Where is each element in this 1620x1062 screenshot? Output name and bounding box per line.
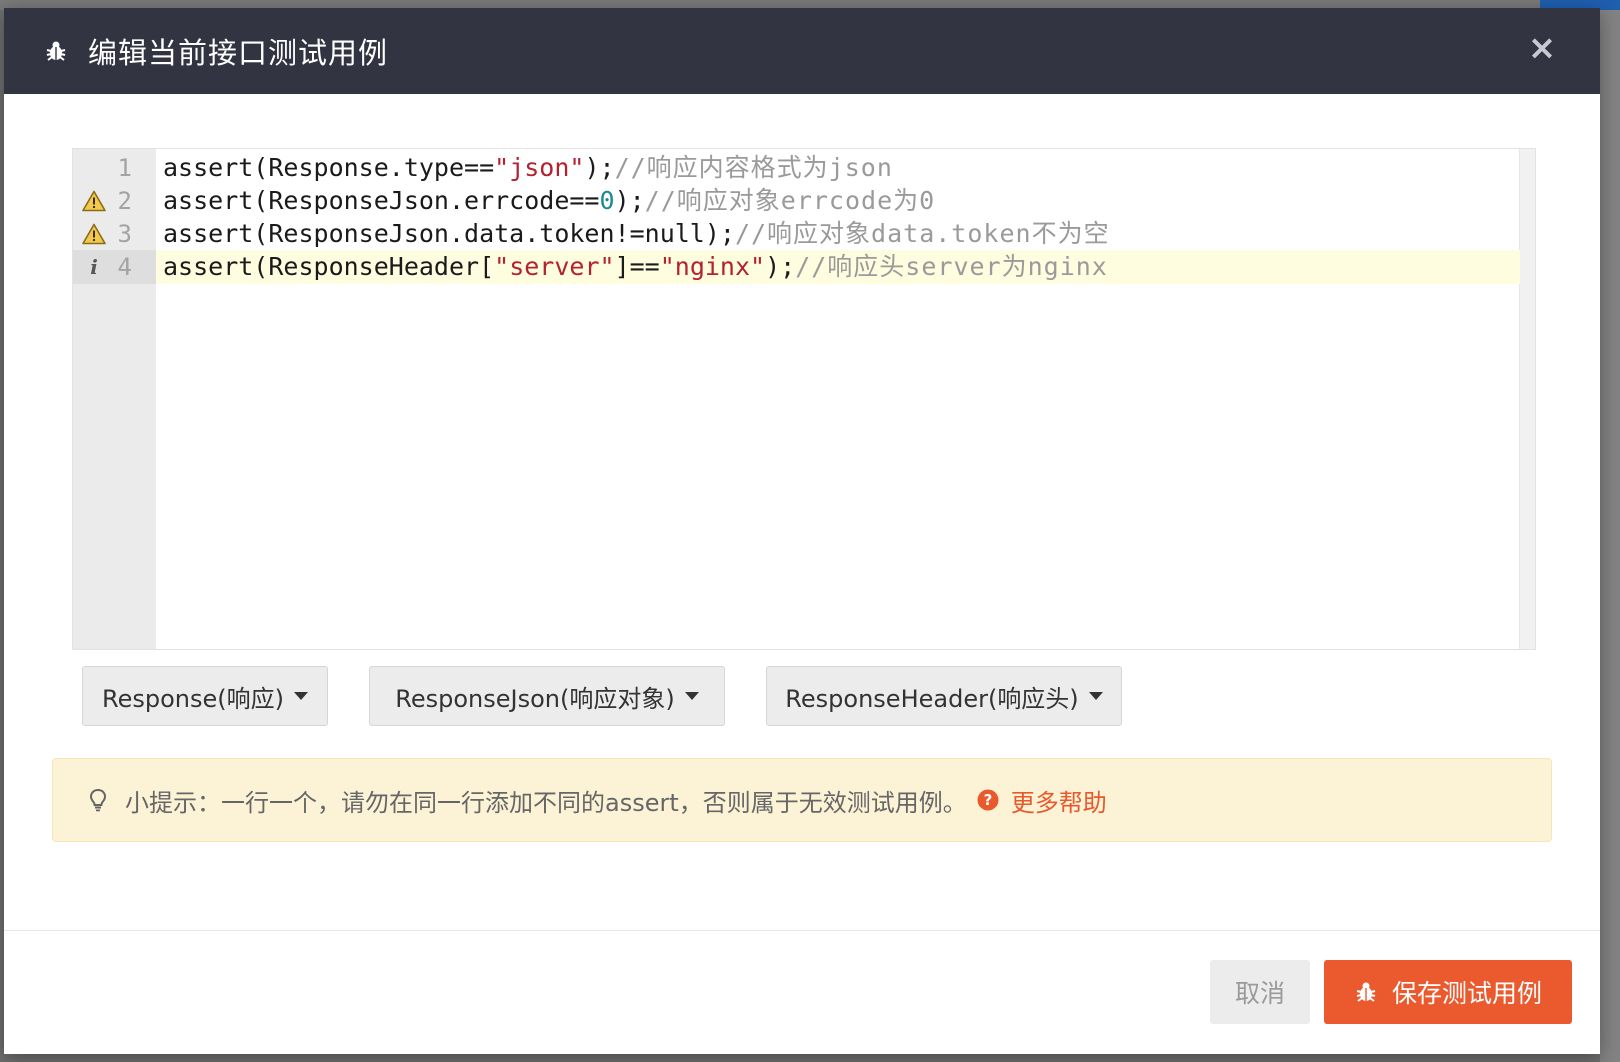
cancel-button[interactable]: 取消 — [1210, 960, 1310, 1024]
code-comment: //响应头server为nginx — [795, 252, 1108, 281]
caret-down-icon — [1088, 692, 1103, 700]
response-dropdown-label: Response(响应) — [102, 684, 284, 713]
line-number: 2 — [73, 184, 156, 218]
save-testcase-button[interactable]: 保存测试用例 — [1324, 960, 1572, 1024]
code-number: 0 — [599, 186, 615, 215]
code-token: ); — [584, 153, 615, 182]
save-testcase-label: 保存测试用例 — [1391, 979, 1542, 1008]
code-text: assert(Response.type=="json");//响应内容格式为j… — [163, 151, 893, 185]
more-help-link[interactable]: 更多帮助 — [1011, 783, 1107, 818]
warning-icon[interactable] — [81, 189, 107, 213]
code-token: assert(ResponseJson.data.token!=null); — [163, 219, 735, 248]
editor-scrollbar[interactable] — [1519, 149, 1535, 649]
code-line[interactable]: 2 assert(ResponseJson.errcode==0);//响应对象e… — [73, 184, 1520, 218]
code-line[interactable]: 1 assert(Response.type=="json");//响应内容格式为… — [73, 151, 1520, 185]
bug-icon — [1354, 980, 1378, 1004]
code-line[interactable]: i 4 assert(ResponseHeader["server"]=="ngin… — [73, 250, 1520, 284]
line-number-text: 2 — [117, 187, 132, 215]
code-token: ); — [614, 186, 645, 215]
tip-box: 小提示：一行一个，请勿在同一行添加不同的assert，否则属于无效测试用例。 ?… — [52, 758, 1552, 842]
code-string: "server" — [494, 252, 615, 281]
code-token: ); — [765, 252, 796, 281]
code-token: assert(Response.type== — [163, 153, 495, 182]
code-comment: //响应对象data.token不为空 — [734, 219, 1110, 248]
tip-text: 小提示：一行一个，请勿在同一行添加不同的assert，否则属于无效测试用例。 — [125, 788, 967, 817]
code-comment: //响应对象errcode为0 — [644, 186, 936, 215]
responseheader-dropdown-button[interactable]: ResponseHeader(响应头) — [766, 666, 1122, 726]
svg-text:i: i — [90, 256, 98, 278]
code-editor[interactable]: 1 assert(Response.type=="json");//响应内容格式为… — [72, 148, 1536, 650]
code-string: "nginx" — [659, 252, 766, 281]
line-number: i4 — [73, 250, 156, 284]
line-number: 1 — [73, 151, 156, 185]
caret-down-icon — [294, 692, 308, 700]
lightbulb-icon — [89, 787, 111, 813]
footer-divider — [4, 930, 1600, 931]
info-icon[interactable]: i — [81, 255, 107, 279]
responsejson-dropdown-button[interactable]: ResponseJson(响应对象) — [369, 666, 725, 726]
question-circle-icon[interactable]: ? — [977, 788, 1001, 812]
caret-down-icon — [684, 692, 699, 700]
responsejson-dropdown-label: ResponseJson(响应对象) — [395, 684, 675, 713]
responseheader-dropdown-label: ResponseHeader(响应头) — [785, 684, 1079, 713]
svg-text:?: ? — [983, 791, 992, 809]
code-token: ]== — [614, 252, 660, 281]
modal-header: 编辑当前接口测试用例 × — [4, 8, 1600, 94]
code-text: assert(ResponseJson.errcode==0);//响应对象er… — [163, 184, 935, 218]
line-number-text: 1 — [117, 154, 132, 182]
code-comment: //响应内容格式为json — [614, 153, 893, 182]
code-line[interactable]: 3 assert(ResponseJson.data.token!=null);/… — [73, 217, 1520, 251]
code-string: "json" — [494, 153, 585, 182]
modal-title: 编辑当前接口测试用例 — [88, 36, 389, 70]
close-button[interactable]: × — [1524, 30, 1560, 66]
backdrop-right-edge — [1600, 10, 1620, 1062]
bug-icon — [44, 38, 70, 64]
warning-icon[interactable] — [81, 222, 107, 246]
response-dropdown-button[interactable]: Response(响应) — [82, 666, 328, 726]
edit-testcase-modal: 编辑当前接口测试用例 × 1 assert(Response.type=="jso… — [4, 8, 1600, 1054]
code-text: assert(ResponseJson.data.token!=null);//… — [163, 217, 1110, 251]
line-number: 3 — [73, 217, 156, 251]
line-number-text: 3 — [117, 220, 132, 248]
code-text: assert(ResponseHeader["server"]=="nginx"… — [163, 250, 1108, 284]
code-token: assert(ResponseHeader[ — [163, 252, 495, 281]
line-number-text: 4 — [117, 253, 132, 281]
code-token: assert(ResponseJson.errcode== — [163, 186, 600, 215]
